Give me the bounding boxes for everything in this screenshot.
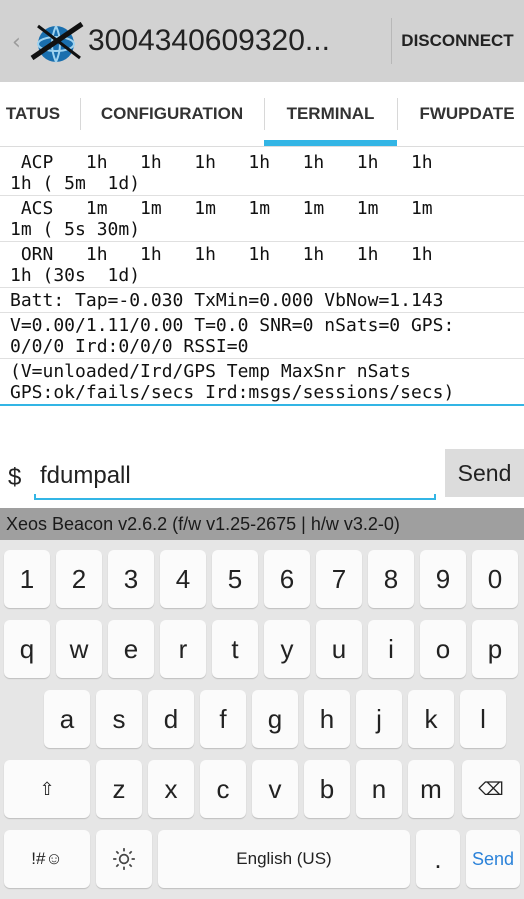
tab-terminal[interactable]: TERMINAL — [264, 82, 397, 146]
key-w[interactable]: w — [56, 620, 102, 678]
settings-gear-key[interactable] — [96, 830, 152, 888]
key-h[interactable]: h — [304, 690, 350, 748]
key-x[interactable]: x — [148, 760, 194, 818]
terminal-line: (V=unloaded/Ird/GPS Temp MaxSnr nSats GP… — [0, 359, 524, 406]
key-1[interactable]: 1 — [4, 550, 50, 608]
key-j[interactable]: j — [356, 690, 402, 748]
key-g[interactable]: g — [252, 690, 298, 748]
command-prompt: $ — [8, 464, 22, 491]
key-y[interactable]: y — [264, 620, 310, 678]
symbols-key[interactable]: !#☺ — [4, 830, 90, 888]
tab-status[interactable]: TATUS — [0, 82, 72, 146]
key-e[interactable]: e — [108, 620, 154, 678]
terminal-line: ORN 1h 1h 1h 1h 1h 1h 1h 1h (30s 1d) — [0, 242, 524, 288]
key-q[interactable]: q — [4, 620, 50, 678]
gear-icon — [113, 848, 135, 870]
key-s[interactable]: s — [96, 690, 142, 748]
space-bar[interactable]: English (US) — [158, 830, 410, 888]
soft-keyboard: 1 2 3 4 5 6 7 8 9 0 q w e r t y u i o p … — [0, 540, 524, 899]
key-5[interactable]: 5 — [212, 550, 258, 608]
key-0[interactable]: 0 — [472, 550, 518, 608]
key-v[interactable]: v — [252, 760, 298, 818]
key-b[interactable]: b — [304, 760, 350, 818]
key-d[interactable]: d — [148, 690, 194, 748]
terminal-line: Batt: Tap=-0.030 TxMin=0.000 VbNow=1.143 — [0, 288, 524, 313]
key-c[interactable]: c — [200, 760, 246, 818]
send-button[interactable]: Send — [445, 449, 524, 497]
key-period[interactable]: . — [416, 830, 460, 888]
version-footer: Xeos Beacon v2.6.2 (f/w v1.25-2675 | h/w… — [0, 508, 524, 540]
key-o[interactable]: o — [420, 620, 466, 678]
command-input[interactable] — [34, 460, 444, 492]
key-t[interactable]: t — [212, 620, 258, 678]
backspace-key-icon[interactable]: ⌫ — [462, 760, 520, 818]
shift-key-icon[interactable]: ⇧ — [4, 760, 90, 818]
key-f[interactable]: f — [200, 690, 246, 748]
key-7[interactable]: 7 — [316, 550, 362, 608]
tab-configuration[interactable]: CONFIGURATION — [80, 82, 264, 146]
key-a[interactable]: a — [44, 690, 90, 748]
key-r[interactable]: r — [160, 620, 206, 678]
key-n[interactable]: n — [356, 760, 402, 818]
key-k[interactable]: k — [408, 690, 454, 748]
tab-bar: TATUS CONFIGURATION TERMINAL FWUPDATE — [0, 82, 524, 147]
key-3[interactable]: 3 — [108, 550, 154, 608]
terminal-line: V=0.00/1.11/0.00 T=0.0 SNR=0 nSats=0 GPS… — [0, 313, 524, 359]
terminal-line: ACP 1h 1h 1h 1h 1h 1h 1h 1h ( 5m 1d) — [0, 150, 524, 196]
key-p[interactable]: p — [472, 620, 518, 678]
back-arrow-icon[interactable]: ‹ — [12, 30, 21, 55]
key-u[interactable]: u — [316, 620, 362, 678]
globe-satellite-logo-icon[interactable] — [28, 18, 88, 66]
disconnect-button[interactable]: DISCONNECT — [391, 0, 524, 82]
keyboard-send-key[interactable]: Send — [466, 830, 520, 888]
terminal-line: ACS 1m 1m 1m 1m 1m 1m 1m 1m ( 5s 30m) — [0, 196, 524, 242]
key-i[interactable]: i — [368, 620, 414, 678]
key-6[interactable]: 6 — [264, 550, 310, 608]
command-input-underline — [34, 494, 436, 500]
key-4[interactable]: 4 — [160, 550, 206, 608]
device-title: 3004340609320... — [88, 24, 330, 57]
key-8[interactable]: 8 — [368, 550, 414, 608]
key-9[interactable]: 9 — [420, 550, 466, 608]
key-2[interactable]: 2 — [56, 550, 102, 608]
action-bar: ‹ 3004340609320... DISCONNECT — [0, 0, 524, 82]
tab-fwupdate[interactable]: FWUPDATE — [397, 82, 524, 146]
selected-tab-indicator — [264, 140, 397, 146]
key-l[interactable]: l — [460, 690, 506, 748]
terminal-output[interactable]: ACP 1h 1h 1h 1h 1h 1h 1h 1h ( 5m 1d) ACS… — [0, 150, 524, 406]
key-m[interactable]: m — [408, 760, 454, 818]
key-z[interactable]: z — [96, 760, 142, 818]
